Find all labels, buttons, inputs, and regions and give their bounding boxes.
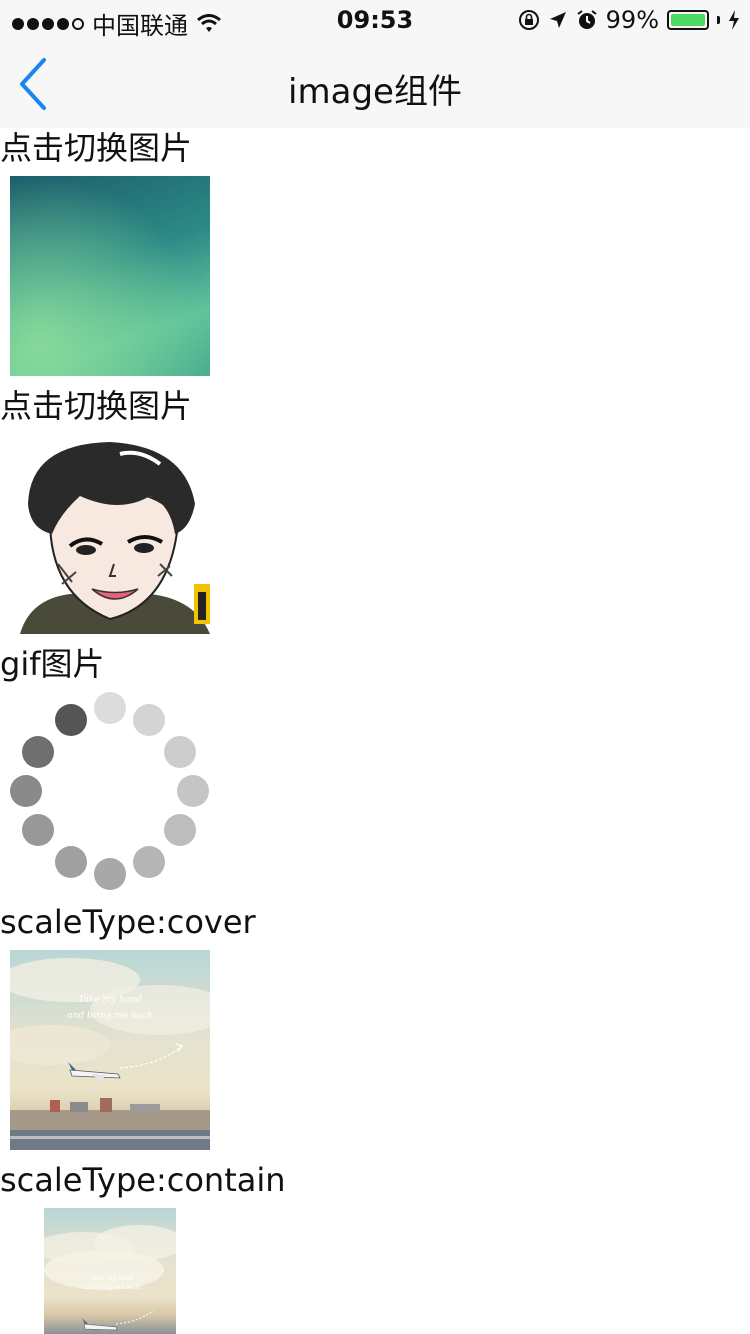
green-gradient-image[interactable] xyxy=(10,176,210,376)
airplane-icon xyxy=(68,1062,121,1082)
status-bar: 中国联通 09:53 99% xyxy=(0,0,750,40)
location-arrow-icon xyxy=(549,12,566,28)
status-right: 99% xyxy=(518,6,740,34)
navigation-bar: image组件 xyxy=(0,40,750,128)
section-label-contain: scaleType:contain xyxy=(0,1161,286,1199)
photo-text-line1: Take my hand xyxy=(78,995,142,1005)
rotation-lock-icon xyxy=(518,10,539,30)
spinner-dots xyxy=(10,692,209,890)
battery-icon xyxy=(667,10,709,30)
photo-text-line2: and bring me back xyxy=(67,1011,153,1021)
battery-percent: 99% xyxy=(605,6,659,34)
airplane-icon-contain xyxy=(82,1318,118,1331)
battery-cap xyxy=(717,16,720,24)
airplane-sky-image-cover[interactable]: Take my hand and bring me back xyxy=(10,950,210,1150)
page-title: image组件 xyxy=(288,72,462,112)
photo-text-line2-contain: and bring me back xyxy=(84,1284,141,1291)
photo-text-line1-contain: Take my hand xyxy=(91,1275,133,1282)
section-label-switch-image-2: 点击切换图片 xyxy=(0,387,193,425)
loading-spinner-gif[interactable] xyxy=(10,692,210,892)
alarm-clock-icon xyxy=(577,10,597,29)
charging-bolt-icon xyxy=(729,10,739,30)
cartoon-boy-image[interactable] xyxy=(10,434,210,634)
section-label-cover: scaleType:cover xyxy=(0,903,256,941)
airplane-sky-image-contain[interactable]: Take my hand and bring me back xyxy=(44,1208,176,1334)
section-label-gif: gif图片 xyxy=(0,645,105,683)
battery-fill xyxy=(671,14,705,26)
section-label-switch-image-1: 点击切换图片 xyxy=(0,129,193,167)
